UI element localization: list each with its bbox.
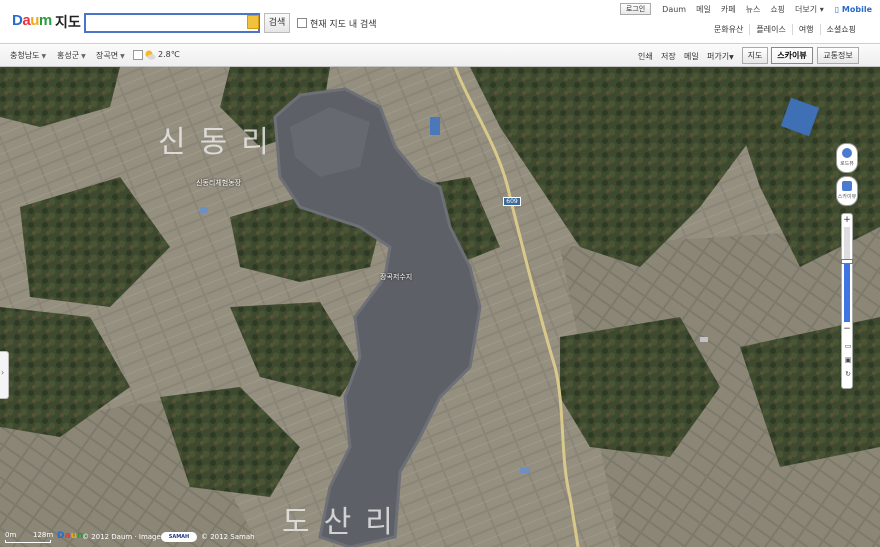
skyview-button[interactable]: 스카이뷰 [836,176,858,206]
sun-cloud-icon [145,50,156,60]
satellite-imagery [0,67,880,547]
search-submit-icon[interactable] [247,15,259,29]
region-select-province[interactable]: 충청남도 ▼ [10,50,46,61]
roadview-icon [842,148,852,158]
region-select-county[interactable]: 홍성군 ▼ [57,50,86,61]
util-link-daum[interactable]: Daum [657,5,691,14]
tab-skyview[interactable]: 스카이뷰 [771,47,813,64]
scale-bar [5,540,51,543]
place-label-dosan-ri: 도산리 [282,505,407,540]
daum-logo[interactable]: Daum [12,12,52,29]
share-link[interactable]: 퍼가기▼ [707,51,734,62]
road-number-badge: 609 [503,197,521,206]
util-link-news[interactable]: 뉴스 [741,4,766,15]
zoom-out-button[interactable]: − [843,324,851,334]
mail-link[interactable]: 메일 [684,51,699,62]
place-label-sindong-ri: 신동리 [158,125,283,160]
service-links: 문화유산 플레이스 여행 소셜쇼핑 [708,24,862,35]
ruler-icon[interactable]: ▭ [844,342,852,350]
map-footer: 0m 128m Daum © 2012 Daum · Imagery SAMAH… [0,531,300,545]
skyview-icon [842,181,852,191]
weather-checkbox[interactable] [133,50,143,60]
scale-value-label: 128m [33,531,54,539]
zoom-slider-handle[interactable] [841,259,853,264]
poi-label-farm[interactable]: 신동리체험농장 [196,178,241,188]
chevron-down-icon: ▼ [120,53,125,60]
service-link-place[interactable]: 플레이스 [749,24,791,35]
util-link-more[interactable]: 더보기 ▾ [790,4,829,15]
region-select-town[interactable]: 장곡면 ▼ [96,50,125,61]
util-link-shopping[interactable]: 쇼핑 [765,4,790,15]
samah-logo: SAMAH [161,532,197,542]
copyright-daum: © 2012 Daum · Imagery [82,533,168,541]
chevron-down-icon: ▼ [41,53,47,60]
poi-label-reservoir[interactable]: 장곡저수지 [380,272,412,282]
zoom-slider-fill [844,262,850,322]
search-within-map-checkbox[interactable] [297,18,307,28]
area-icon[interactable]: ▣ [844,356,852,364]
service-link-heritage[interactable]: 문화유산 [708,24,749,35]
search-input[interactable] [84,13,260,33]
utility-links: 로그인 Daum 메일 카페 뉴스 쇼핑 더보기 ▾ ▯ Mobile [619,3,872,15]
zoom-in-button[interactable]: + [843,215,851,225]
search-within-map-label: 현재 지도 내 검색 [310,20,377,30]
mobile-icon: ▯ [834,4,840,14]
save-link[interactable]: 저장 [661,51,676,62]
map-controls: 로드뷰 스카이뷰 [836,143,858,209]
util-link-cafe[interactable]: 카페 [716,4,741,15]
reset-icon[interactable]: ↻ [844,370,852,378]
search-button[interactable]: 검색 [264,13,290,33]
util-link-mail[interactable]: 메일 [691,4,716,15]
print-link[interactable]: 인쇄 [638,51,653,62]
satellite-map[interactable]: 신동리 도산리 신동리체험농장 장곡저수지 609 › 로드뷰 스카이뷰 + −… [0,67,880,547]
chevron-down-icon: ▼ [729,54,734,61]
scale-zero-label: 0m [5,531,17,539]
weather-temperature: 2.8℃ [158,50,180,59]
mobile-link[interactable]: ▯ Mobile [829,5,872,14]
login-button[interactable]: 로그인 [619,3,652,15]
roadview-button[interactable]: 로드뷰 [836,143,858,173]
map-toolbar: 충청남도 ▼ 홍성군 ▼ 장곡면 ▼ 인쇄 저장 메일 퍼가기▼ 지도 스카이뷰 교통… [0,44,880,67]
chevron-right-icon: › [1,368,5,377]
tab-map[interactable]: 지도 [742,47,768,64]
tab-traffic[interactable]: 교통정보 [817,47,859,64]
chevron-down-icon: ▾ [819,4,824,14]
chevron-down-icon: ▼ [81,53,86,60]
side-panel-toggle[interactable]: › [0,351,9,399]
copyright-samah: © 2012 Samah [201,533,255,541]
service-title[interactable]: 지도 [55,12,81,32]
service-link-travel[interactable]: 여행 [791,24,820,35]
top-header: Daum 지도 검색 현재 지도 내 검색 로그인 Daum 메일 카페 뉴스 … [0,0,880,44]
service-link-social-shopping[interactable]: 소셜쇼핑 [819,24,862,35]
zoom-control: + − ▭ ▣ ↻ [841,213,853,389]
